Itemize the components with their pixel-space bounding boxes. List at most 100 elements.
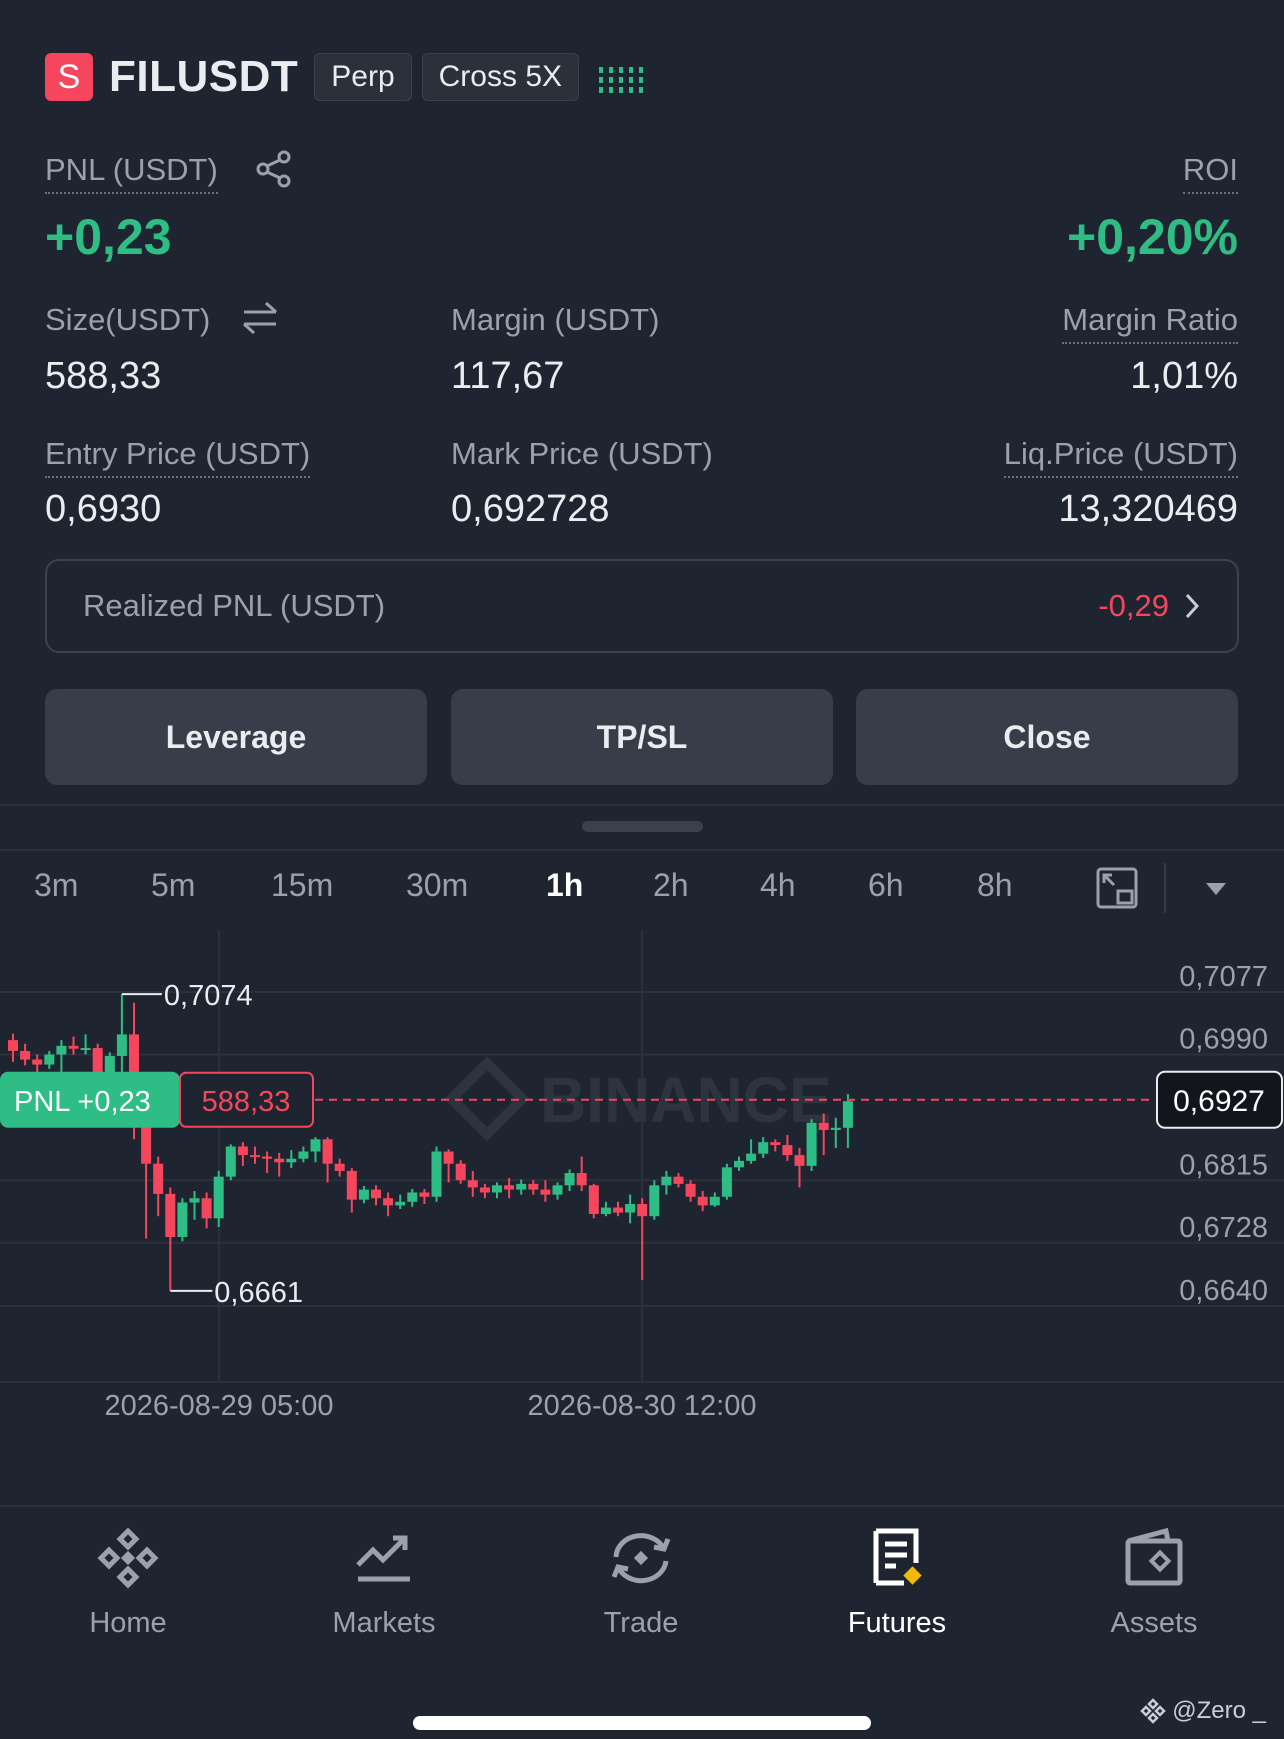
interval-tab-2h[interactable]: 2h <box>653 867 689 904</box>
y-tick-label: 0,6728 <box>1179 1212 1268 1244</box>
candle-body <box>189 1198 200 1203</box>
candle-body <box>673 1176 684 1184</box>
candle-body <box>407 1192 418 1202</box>
swap-unit-icon[interactable] <box>240 300 280 336</box>
candle-body <box>177 1202 188 1238</box>
nav-trade[interactable]: Trade <box>551 1527 731 1640</box>
margin-ratio-value: 1,01% <box>1130 355 1238 397</box>
nav-assets[interactable]: Assets <box>1064 1527 1244 1640</box>
interval-tab-30m[interactable]: 30m <box>406 867 468 904</box>
binance-watermark-logo-icon <box>444 1056 530 1142</box>
binance-logo-icon <box>97 1527 159 1589</box>
mark-price-label: Mark Price (USDT) <box>451 436 713 471</box>
interval-tab-15m[interactable]: 15m <box>271 867 333 904</box>
candle-body <box>637 1203 648 1217</box>
candle-body <box>322 1139 333 1164</box>
candlestick-chart[interactable]: BINANCE0,70740,66610,70770,69900,69270,6… <box>0 930 1284 1450</box>
candle-body <box>237 1146 248 1156</box>
interval-tabs: 3m 5m 15m 30m 1h 2h 4h 6h 8h <box>0 855 1284 919</box>
share-icon[interactable] <box>256 150 292 188</box>
x-tick-label: 2026-08-29 05:00 <box>105 1390 334 1422</box>
candle-body <box>20 1050 31 1060</box>
candle-body <box>540 1189 551 1195</box>
liq-price-label[interactable]: Liq.Price (USDT) <box>1003 436 1238 478</box>
dropdown-caret-icon[interactable] <box>1204 881 1228 897</box>
pnl-value: +0,23 <box>45 209 172 265</box>
candle-body <box>274 1158 285 1163</box>
candle-body <box>588 1185 599 1215</box>
candle-body <box>419 1192 430 1197</box>
wallet-icon <box>1125 1527 1183 1586</box>
nav-markets[interactable]: Markets <box>294 1527 474 1640</box>
candle-body <box>746 1153 757 1161</box>
position-header: S FILUSDT Perp Cross 5X <box>45 52 644 102</box>
candle-body <box>431 1151 442 1197</box>
candle-body <box>661 1176 672 1186</box>
candle-body <box>395 1201 406 1206</box>
candle-body <box>250 1155 260 1158</box>
x-tick-label: 2026-08-30 12:00 <box>528 1390 757 1422</box>
margin-ratio-label[interactable]: Margin Ratio <box>1062 302 1238 344</box>
candle-body <box>286 1158 297 1163</box>
entry-price-label[interactable]: Entry Price (USDT) <box>45 436 311 478</box>
candle-body <box>734 1160 744 1168</box>
margin-label: Margin (USDT) <box>451 302 660 337</box>
candle-body <box>600 1207 611 1215</box>
candle-body <box>346 1170 357 1200</box>
candle-body <box>262 1156 273 1159</box>
nav-assets-label: Assets <box>1110 1607 1198 1639</box>
leverage-button[interactable]: Leverage <box>45 689 427 785</box>
candle-body <box>528 1183 539 1190</box>
pnl-label[interactable]: PNL (USDT) <box>45 152 218 194</box>
divider <box>0 849 1284 851</box>
candle-body <box>153 1163 164 1194</box>
candle-body <box>358 1189 369 1200</box>
realized-pnl-value: -0,29 <box>1098 588 1169 623</box>
interval-tab-6h[interactable]: 6h <box>868 867 904 904</box>
candle-body <box>806 1122 817 1166</box>
margin-mode-tag[interactable]: Cross 5X <box>421 53 580 101</box>
candle-body <box>685 1183 696 1197</box>
candle-body <box>625 1203 636 1213</box>
candle-body <box>334 1163 345 1171</box>
candle-body <box>56 1045 67 1055</box>
candle-body <box>310 1139 321 1152</box>
candle-body <box>80 1048 91 1051</box>
position-pnl-label: PNL +0,23 <box>14 1086 151 1118</box>
nav-home[interactable]: Home <box>38 1527 218 1640</box>
futures-document-icon <box>873 1528 922 1586</box>
tpsl-button[interactable]: TP/SL <box>451 689 833 785</box>
nav-trade-label: Trade <box>603 1607 679 1639</box>
interval-tab-5m[interactable]: 5m <box>151 867 195 904</box>
symbol-title[interactable]: FILUSDT <box>109 52 298 102</box>
user-handle: @Zero _ <box>1172 1697 1266 1724</box>
high-price-label: 0,7074 <box>164 980 253 1012</box>
entry-price-value: 0,6930 <box>45 488 162 530</box>
fullscreen-icon[interactable] <box>1096 867 1138 909</box>
drag-handle[interactable] <box>582 821 703 832</box>
nav-futures[interactable]: Futures <box>807 1527 987 1640</box>
candle-body <box>371 1189 381 1199</box>
candle-body <box>552 1185 563 1195</box>
position-size-label: 588,33 <box>202 1086 291 1118</box>
interval-tab-3m[interactable]: 3m <box>34 867 78 904</box>
realized-pnl-row[interactable]: Realized PNL (USDT) -0,29 <box>45 559 1239 653</box>
close-position-button[interactable]: Close <box>856 689 1238 785</box>
liq-price-value: 13,320469 <box>1058 488 1238 530</box>
roi-label[interactable]: ROI <box>1182 152 1238 194</box>
interval-tab-1h[interactable]: 1h <box>546 867 583 904</box>
home-indicator[interactable] <box>413 1716 871 1730</box>
bottom-nav: Home Markets Trade Futures Assets <box>0 1505 1284 1685</box>
candle-body <box>782 1145 793 1156</box>
realized-pnl-label: Realized PNL (USDT) <box>83 588 386 623</box>
candle-body <box>830 1127 841 1130</box>
nav-markets-label: Markets <box>332 1607 436 1639</box>
y-tick-label: 0,7077 <box>1179 961 1268 993</box>
perp-tag: Perp <box>314 53 412 101</box>
candle-body <box>467 1180 478 1188</box>
interval-tab-8h[interactable]: 8h <box>977 867 1013 904</box>
candle-body <box>709 1196 720 1206</box>
candle-body <box>44 1054 55 1065</box>
interval-tab-4h[interactable]: 4h <box>760 867 796 904</box>
signal-bars-icon <box>599 57 644 97</box>
